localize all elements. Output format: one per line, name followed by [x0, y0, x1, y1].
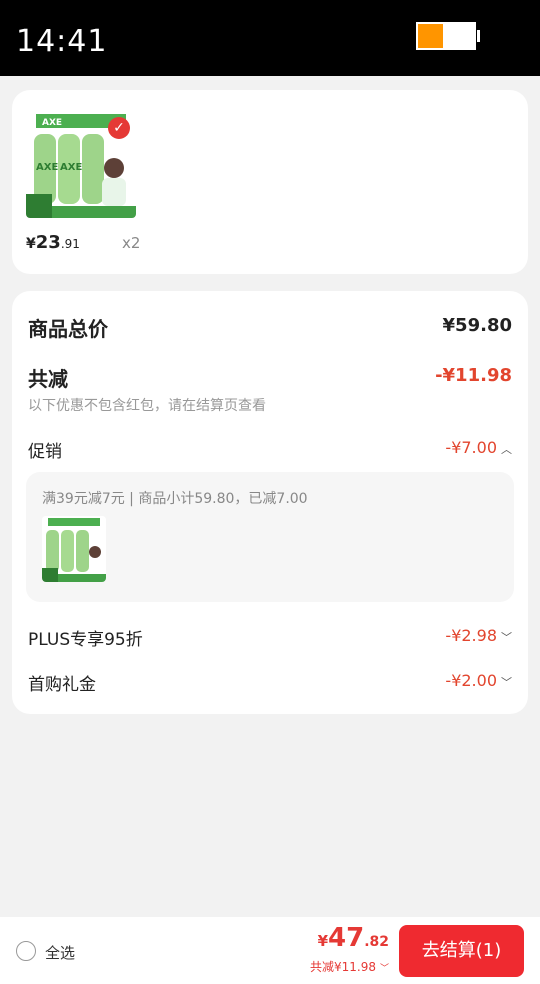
product-price: ¥23.91	[26, 232, 80, 253]
reduce-note: 以下优惠不包含红包，请在结算页查看	[28, 398, 266, 414]
product-card[interactable]: AXE AXE AXE ✓ ¥23.91 x2	[12, 90, 528, 274]
chevron-down-icon: ﹀	[501, 675, 512, 689]
checkout-button[interactable]: 去结算(1)	[399, 925, 524, 977]
status-bar: 14:41	[0, 0, 540, 76]
battery-level	[418, 24, 444, 48]
plus-discount-label[interactable]: PLUS专享95折	[28, 625, 143, 650]
first-purchase-label[interactable]: 首购礼金	[28, 670, 96, 695]
reduce-label: 共减	[28, 367, 68, 391]
price-summary-card: 商品总价 ¥59.80 共减 -¥11.98 以下优惠不包含红包，请在结算页查看…	[12, 291, 528, 714]
select-all-radio[interactable]	[16, 941, 36, 961]
promo-value: -¥7.00	[445, 438, 497, 457]
promo-description: 满39元减7元 | 商品小计59.80，已减7.00	[42, 491, 308, 507]
status-time: 14:41	[16, 24, 108, 59]
promo-detail-box: 满39元减7元 | 商品小计59.80，已减7.00	[26, 472, 514, 602]
final-reduce-toggle[interactable]: 共减¥11.98 ﹀	[310, 958, 389, 975]
promo-value-toggle[interactable]: -¥7.00 ︿	[445, 438, 512, 457]
promo-product-thumbnail[interactable]	[42, 516, 106, 582]
checkout-bar: 全选 ¥47.82 共减¥11.98 ﹀ 去结算(1)	[0, 917, 540, 984]
promo-label[interactable]: 促销	[28, 437, 62, 462]
plus-discount-toggle[interactable]: -¥2.98 ﹀	[445, 626, 512, 645]
final-price: ¥47.82	[317, 923, 389, 953]
svg-text:AXE: AXE	[36, 162, 58, 173]
chevron-down-icon: ﹀	[501, 630, 512, 644]
svg-text:AXE: AXE	[42, 118, 62, 128]
first-purchase-toggle[interactable]: -¥2.00 ﹀	[445, 671, 512, 690]
select-all-label[interactable]: 全选	[45, 942, 75, 963]
selected-check-icon[interactable]: ✓	[108, 117, 130, 139]
svg-text:AXE: AXE	[60, 162, 82, 173]
product-quantity: x2	[122, 234, 141, 252]
battery-cap	[477, 30, 480, 42]
total-label: 商品总价	[28, 317, 108, 341]
battery-icon	[416, 22, 476, 50]
reduce-value: -¥11.98	[435, 365, 512, 386]
plus-discount-value: -¥2.98	[445, 626, 497, 645]
first-purchase-value: -¥2.00	[445, 671, 497, 690]
chevron-down-icon: ﹀	[379, 964, 389, 974]
final-reduce-text: 共减¥11.98	[309, 960, 376, 974]
total-value: ¥59.80	[442, 315, 512, 336]
chevron-up-icon: ︿	[501, 442, 512, 456]
